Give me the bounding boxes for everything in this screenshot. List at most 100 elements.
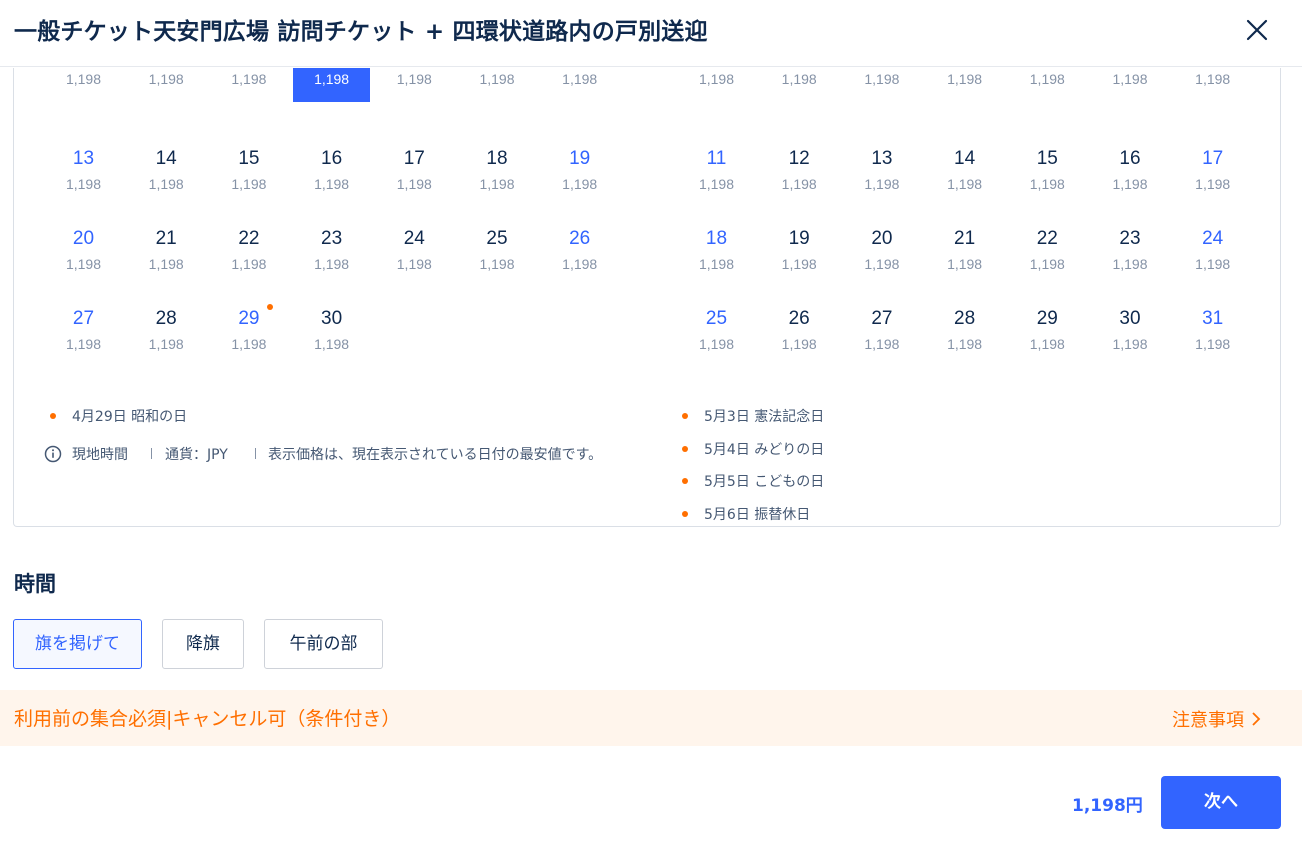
holiday-dot: [50, 413, 56, 419]
calendar-day[interactable]: 1,198: [128, 68, 205, 102]
day-price: 1,198: [698, 71, 735, 87]
calendar-day[interactable]: 1,198: [541, 68, 618, 102]
calendar-day[interactable]: 1,198: [761, 68, 838, 102]
day-price: 1,198: [698, 336, 735, 352]
calendar-day[interactable]: 1,198: [1174, 68, 1251, 102]
day-price: 1,198: [65, 336, 102, 352]
calendar-day[interactable]: 15 1,198: [1009, 138, 1086, 210]
day-number: 27: [871, 308, 893, 329]
calendar-day[interactable]: 28 1,198: [128, 298, 205, 370]
calendar-day[interactable]: 25 1,198: [678, 298, 755, 370]
calendar-day[interactable]: 24 1,198: [376, 218, 453, 290]
calendar-day[interactable]: 26 1,198: [541, 218, 618, 290]
calendar-day[interactable]: 19 1,198: [761, 218, 838, 290]
calendar-day[interactable]: 1,198: [293, 68, 371, 102]
calendar-day[interactable]: 20 1,198: [45, 218, 122, 290]
calendar-day[interactable]: 14 1,198: [128, 138, 205, 210]
day-price: 1,198: [562, 71, 598, 87]
calendar-day[interactable]: 27 1,198: [45, 298, 122, 370]
calendar-day[interactable]: 1,198: [843, 68, 920, 102]
day-number: 15: [238, 148, 260, 169]
day-price: 1,198: [1112, 71, 1148, 87]
day-price: 1,198: [148, 71, 184, 87]
close-icon[interactable]: [1241, 14, 1273, 46]
day-price: 1,198: [562, 256, 598, 272]
calendar-day[interactable]: 17 1,198: [1174, 138, 1251, 210]
calendar-day[interactable]: 1,198: [678, 68, 755, 102]
calendar-day[interactable]: 12 1,198: [761, 138, 838, 210]
day-number: 28: [954, 308, 976, 329]
day-number: 18: [486, 148, 508, 169]
calendar-day[interactable]: 21 1,198: [926, 218, 1003, 290]
day-number: 25: [705, 308, 728, 329]
modal-title: 一般チケット天安門広場 訪問チケット + 四環状道路内の戸別送迎: [14, 19, 708, 45]
calendar-day[interactable]: 14 1,198: [926, 138, 1003, 210]
calendar-day[interactable]: 28 1,198: [926, 298, 1003, 370]
day-price: 1,198: [396, 71, 432, 87]
calendar-day[interactable]: 23 1,198: [293, 218, 370, 290]
calendar-day[interactable]: 13 1,198: [843, 138, 920, 210]
note-divider: [151, 448, 152, 459]
notes-link[interactable]: 注意事項: [1172, 706, 1262, 732]
calendar-day[interactable]: 15 1,198: [210, 138, 287, 210]
day-number: 19: [788, 228, 810, 249]
calendar-day[interactable]: 24 1,198: [1174, 218, 1251, 290]
calendar-day[interactable]: 11 1,198: [678, 138, 755, 210]
notice-bar: 利用前の集合必須|キャンセル可（条件付き） 注意事項: [0, 690, 1302, 746]
calendar-day[interactable]: 18 1,198: [678, 218, 755, 290]
calendar-day[interactable]: 18 1,198: [459, 138, 536, 210]
day-number: 20: [72, 228, 95, 249]
time-option-flag-lowering[interactable]: 降旗: [162, 619, 244, 669]
calendar-day[interactable]: 25 1,198: [459, 218, 536, 290]
notes-link-label: 注意事項: [1172, 710, 1244, 731]
day-price: 1,198: [65, 256, 102, 272]
day-price: 1,198: [65, 176, 102, 192]
calendar-day[interactable]: 22 1,198: [1009, 218, 1086, 290]
day-price: 1,198: [1195, 256, 1231, 272]
day-number: 28: [155, 308, 177, 329]
calendar-day[interactable]: 23 1,198: [1092, 218, 1169, 290]
calendar-day[interactable]: 20 1,198: [843, 218, 920, 290]
calendar-day[interactable]: 30 1,198: [1092, 298, 1169, 370]
day-price: 1,198: [781, 176, 817, 192]
calendar-day[interactable]: 1,198: [376, 68, 453, 102]
calendar-day[interactable]: 29 1,198: [1009, 298, 1086, 370]
calendar-day[interactable]: 22 1,198: [210, 218, 287, 290]
calendar-day[interactable]: 30 1,198: [293, 298, 370, 370]
calendar-day[interactable]: 1,198: [45, 68, 122, 102]
day-number: 17: [1202, 148, 1224, 169]
calendar-day[interactable]: 1,198: [926, 68, 1003, 102]
day-price: 1,198: [396, 256, 432, 272]
day-number: 30: [1119, 308, 1141, 329]
time-option-morning[interactable]: 午前の部: [264, 619, 383, 669]
next-button[interactable]: 次へ: [1161, 776, 1281, 829]
calendar-day[interactable]: 1,198: [459, 68, 536, 102]
time-option-flag-raising[interactable]: 旗を掲げて: [13, 619, 142, 669]
local-time-label: 現地時間: [72, 447, 128, 463]
notice-text: 利用前の集合必須|キャンセル可（条件付き）: [14, 708, 401, 730]
day-price: 1,198: [148, 176, 184, 192]
note-divider: [255, 448, 256, 459]
calendar-day[interactable]: 29 1,198: [210, 298, 287, 370]
day-price: 1,198: [231, 71, 267, 87]
calendar-day[interactable]: 19 1,198: [541, 138, 618, 210]
calendar-day[interactable]: 21 1,198: [128, 218, 205, 290]
calendar-day[interactable]: 31 1,198: [1174, 298, 1251, 370]
calendar-day[interactable]: 26 1,198: [761, 298, 838, 370]
day-number: 22: [1036, 228, 1058, 249]
calendar-day[interactable]: 13 1,198: [45, 138, 122, 210]
day-number: 27: [72, 308, 95, 329]
day-price: 1,198: [314, 256, 350, 272]
day-number: 25: [486, 228, 508, 249]
day-price: 1,198: [1112, 176, 1148, 192]
day-number: 26: [788, 308, 810, 329]
calendar-day[interactable]: 16 1,198: [293, 138, 370, 210]
calendar-day[interactable]: 1,198: [1009, 68, 1086, 102]
day-price: 1,198: [562, 176, 598, 192]
calendar-day[interactable]: 1,198: [1092, 68, 1169, 102]
calendar-day[interactable]: 27 1,198: [843, 298, 920, 370]
calendar-day[interactable]: 16 1,198: [1092, 138, 1169, 210]
calendar-day[interactable]: 17 1,198: [376, 138, 453, 210]
modal-body[interactable]: 1,198 1,198 1,198 1,198 1,198 1,198 1,198 13 1,1…: [0, 68, 1302, 842]
calendar-day[interactable]: 1,198: [210, 68, 287, 102]
